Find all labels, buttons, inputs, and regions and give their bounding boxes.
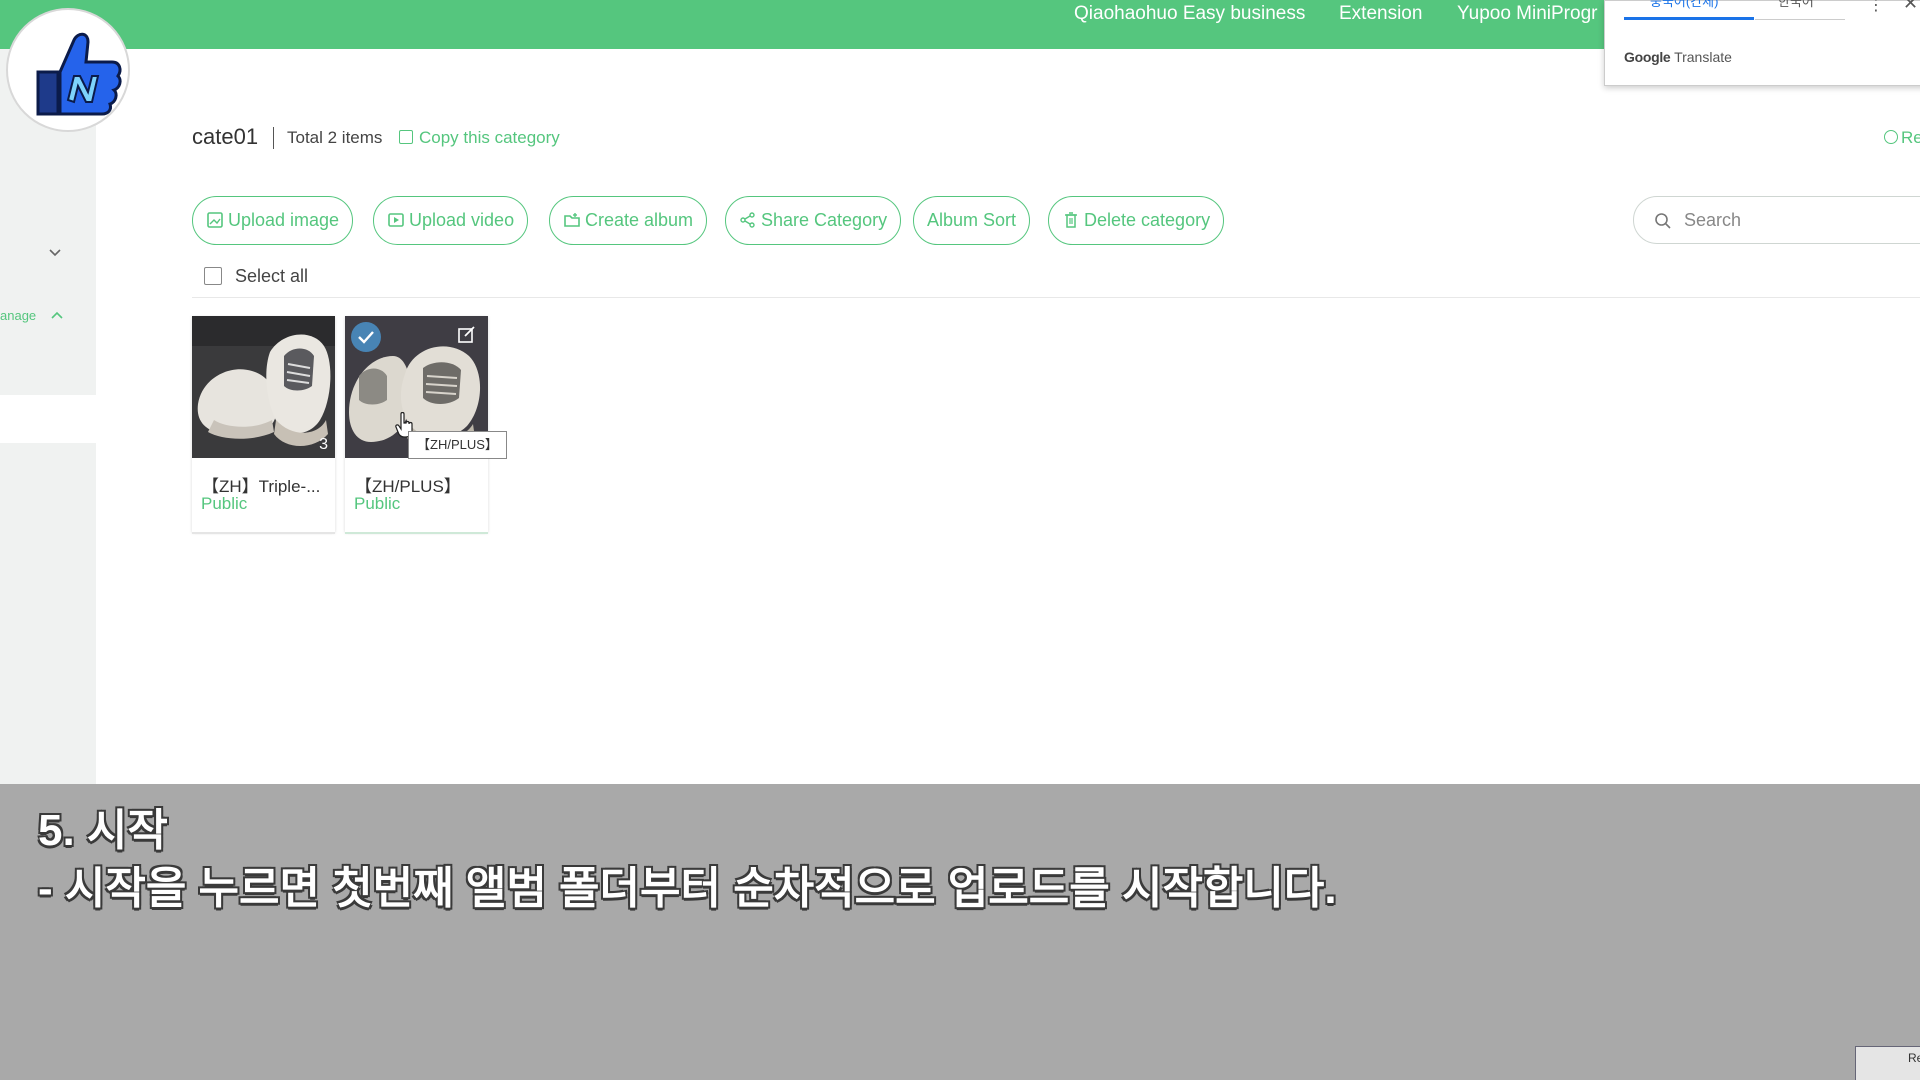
chevron-down-icon[interactable] bbox=[48, 246, 62, 260]
category-title: cate01 bbox=[192, 124, 259, 149]
right-header-link[interactable]: Re bbox=[1884, 128, 1920, 148]
translate-tab-source[interactable]: 중국어(간체) bbox=[1650, 0, 1718, 10]
translate-brand-label: Translate bbox=[1674, 49, 1732, 65]
item-count: Total 2 items bbox=[287, 128, 383, 147]
photo-count: 3 bbox=[319, 436, 328, 453]
album-card[interactable]: 【ZH/PLUS】 Public bbox=[345, 316, 488, 534]
album-sort-button[interactable]: Album Sort bbox=[913, 196, 1031, 245]
close-icon[interactable]: ✕ bbox=[1903, 0, 1918, 14]
album-tooltip: 【ZH/PLUS】 bbox=[408, 431, 507, 459]
album-thumbnail[interactable]: 3 bbox=[192, 316, 335, 458]
copy-category-link[interactable]: Copy this category bbox=[399, 128, 560, 148]
app-window: Qiaohaohuo Easy business Extension Yupoo… bbox=[0, 0, 1920, 1080]
nav-yupoo-miniprogram[interactable]: Yupoo MiniProgr bbox=[1457, 0, 1597, 28]
card-divider bbox=[345, 532, 488, 534]
translate-tab-underline bbox=[1755, 19, 1845, 20]
select-all-checkbox[interactable] bbox=[204, 267, 222, 285]
checkmark-icon[interactable] bbox=[349, 320, 383, 354]
header-separator bbox=[273, 127, 274, 149]
upload-image-button[interactable]: Upload image bbox=[192, 196, 354, 245]
album-visibility: Public bbox=[354, 494, 401, 513]
corner-widget[interactable]: Re bbox=[1855, 1046, 1920, 1080]
card-divider bbox=[192, 532, 335, 534]
share-category-label: Share Category bbox=[761, 210, 888, 230]
search-box[interactable] bbox=[1633, 196, 1920, 244]
album-card[interactable]: 3 【ZH】Triple-... Public bbox=[192, 316, 335, 534]
edit-icon[interactable] bbox=[457, 325, 477, 345]
subtitle-line-1: 5. 시작 bbox=[38, 806, 168, 855]
create-album-icon bbox=[564, 213, 580, 227]
google-translate-brand: Google Translate bbox=[1624, 49, 1732, 65]
sidebar bbox=[0, 49, 96, 784]
create-album-label: Create album bbox=[585, 210, 694, 230]
back-circle-icon bbox=[1884, 130, 1898, 144]
subtitle-overlay bbox=[0, 784, 1920, 1080]
sidebar-selected-item[interactable] bbox=[0, 395, 96, 443]
trash-icon bbox=[1065, 212, 1077, 228]
upload-video-label: Upload video bbox=[409, 210, 515, 230]
search-input[interactable] bbox=[1684, 207, 1904, 233]
upload-video-button[interactable]: Upload video bbox=[373, 196, 529, 245]
more-options-icon[interactable]: ⋮ bbox=[1868, 0, 1884, 15]
copy-category-label: Copy this category bbox=[419, 128, 560, 147]
upload-image-label: Upload image bbox=[228, 210, 340, 230]
select-all-label[interactable]: Select all bbox=[235, 266, 308, 287]
share-category-button[interactable]: Share Category bbox=[725, 196, 902, 245]
sidebar-item-manage[interactable]: anage bbox=[0, 308, 36, 323]
google-brand-label: Google bbox=[1624, 49, 1671, 65]
share-icon bbox=[740, 212, 755, 228]
upload-image-icon bbox=[207, 212, 223, 228]
google-translate-panel: 중국어(간체) 한국어 ⋮ ✕ Google Translate bbox=[1604, 0, 1920, 86]
subtitle-line-2: - 시작을 누르면 첫번째 앨범 폴더부터 순차적으로 업로드를 시작합니다. bbox=[38, 864, 1337, 913]
right-header-label: Re bbox=[1901, 128, 1920, 147]
divider bbox=[192, 297, 1920, 298]
album-sort-label: Album Sort bbox=[927, 210, 1017, 230]
search-icon bbox=[1655, 213, 1671, 229]
copy-icon bbox=[399, 130, 413, 144]
create-album-button[interactable]: Create album bbox=[549, 196, 708, 245]
thumbs-up-logo-icon[interactable] bbox=[6, 8, 130, 132]
upload-video-icon bbox=[388, 213, 404, 227]
translate-tab-indicator bbox=[1624, 17, 1754, 20]
delete-category-label: Delete category bbox=[1084, 210, 1211, 230]
corner-label: Re bbox=[1908, 1051, 1920, 1065]
delete-category-button[interactable]: Delete category bbox=[1048, 196, 1225, 245]
nav-easy-business[interactable]: Qiaohaohuo Easy business bbox=[1074, 0, 1305, 28]
translate-tab-target[interactable]: 한국어 bbox=[1778, 0, 1814, 10]
chevron-up-icon[interactable] bbox=[50, 308, 64, 322]
album-visibility: Public bbox=[201, 494, 248, 513]
nav-extension[interactable]: Extension bbox=[1339, 0, 1422, 28]
